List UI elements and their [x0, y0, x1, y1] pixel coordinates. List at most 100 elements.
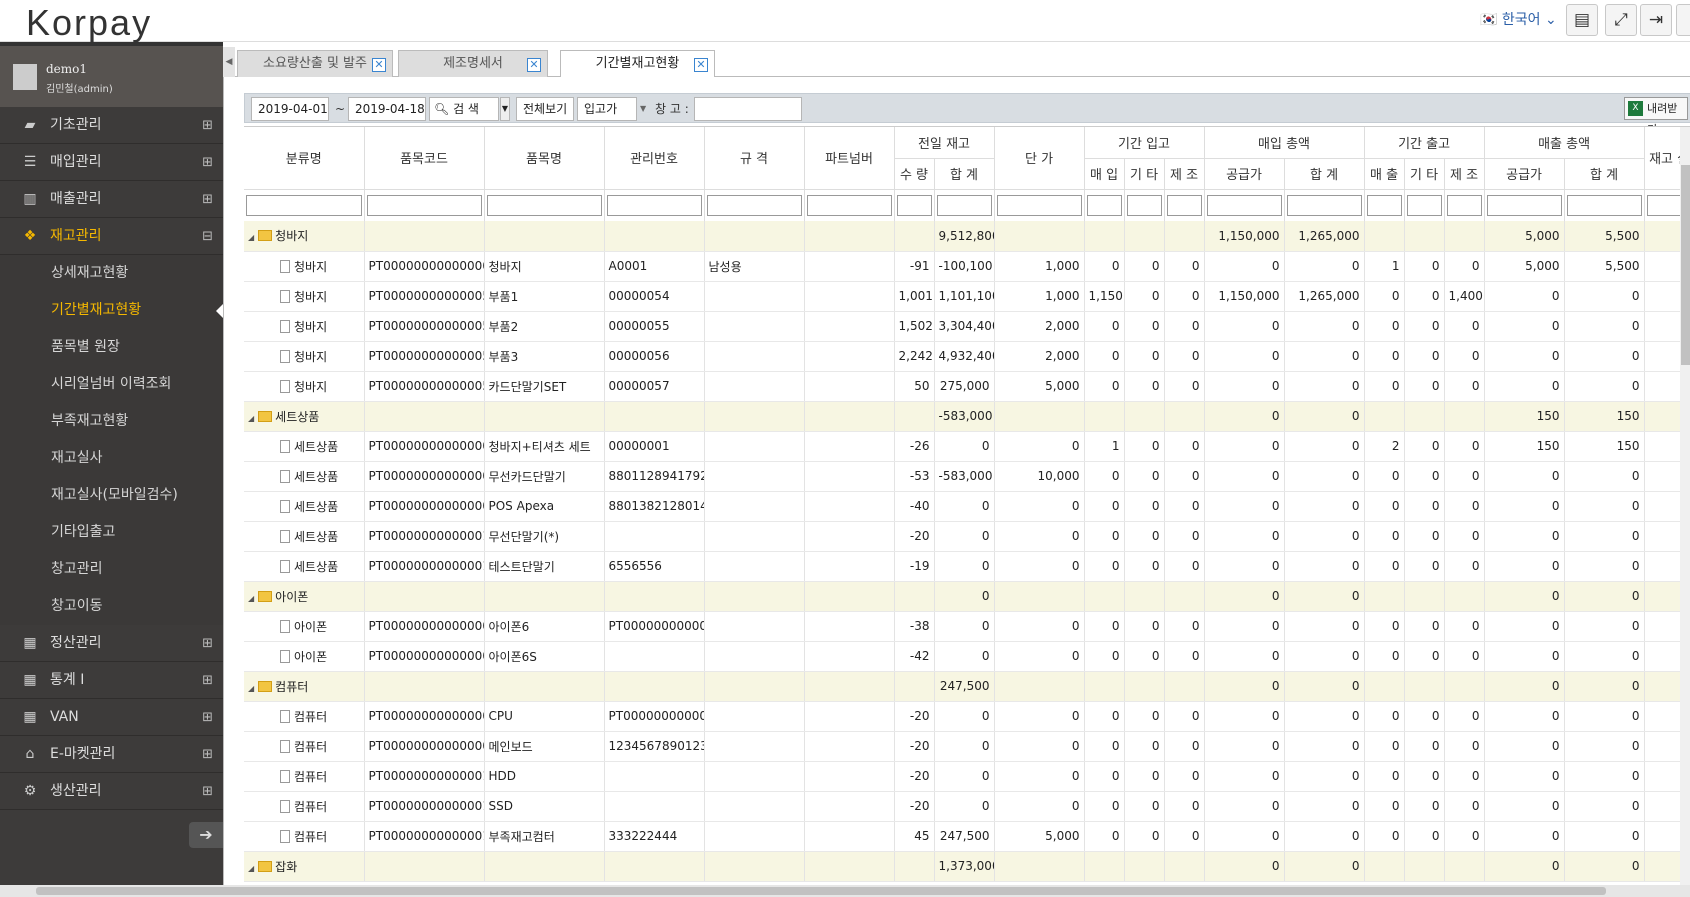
submenu-item[interactable]: 창고관리 — [0, 551, 223, 588]
sidebar-item[interactable]: ▰ 기초관리 ⊞ — [0, 107, 223, 144]
sidebar-item[interactable]: ⚙ 생산관리 ⊞ — [0, 773, 223, 810]
group-row[interactable]: ◢ 잡화 1,373,000 0 0 0 0 — [244, 851, 1690, 882]
col-sell-supply[interactable]: 공급가 — [1484, 158, 1565, 190]
col-out-sell[interactable]: 매 출 — [1364, 158, 1405, 190]
tree-toggle-icon[interactable]: ◢ — [248, 594, 254, 603]
warehouse-input[interactable] — [694, 97, 802, 121]
column-filter-input[interactable] — [936, 194, 992, 216]
column-filter-input[interactable] — [246, 194, 362, 216]
table-row[interactable]: 아이폰 PT000000000000004 아이폰6 PT000000000000 -3… — [244, 611, 1690, 642]
tree-toggle-icon[interactable]: ◢ — [248, 233, 254, 242]
column-filter-input[interactable] — [1126, 194, 1162, 216]
date-from-input[interactable]: 2019-04-01 — [251, 97, 329, 121]
sidebar-item[interactable]: ▥ 매출관리 ⊞ — [0, 181, 223, 218]
column-filter-input[interactable] — [806, 194, 892, 216]
language-selector[interactable]: 🇰🇷 한국어 ⌄ — [1480, 9, 1557, 29]
column-filter-input[interactable] — [1446, 194, 1482, 216]
column-filter-input[interactable] — [1166, 194, 1202, 216]
submenu-item[interactable]: 재고실사(모바일검수) — [0, 477, 223, 514]
scrollbar-thumb[interactable] — [36, 887, 1606, 895]
col-out-etc[interactable]: 기 타 — [1404, 158, 1445, 190]
col-spec[interactable]: 규 격 — [704, 127, 805, 190]
korpay-logo[interactable]: Korpay — [26, 2, 152, 44]
submenu-item[interactable]: 부족재고현황 — [0, 403, 223, 440]
table-row[interactable]: 세트상품 PT000000000000007 POS Apexa 8801382128… — [244, 491, 1690, 522]
search-dropdown-button[interactable]: ▼ — [500, 97, 510, 121]
submenu-item[interactable]: 상세재고현황 — [0, 255, 223, 292]
col-mgmt[interactable]: 관리번호 — [604, 127, 705, 190]
horizontal-scrollbar[interactable] — [0, 885, 1690, 897]
column-filter-input[interactable] — [606, 194, 702, 216]
fullscreen-button[interactable]: ⤢ — [1605, 4, 1637, 36]
group-row[interactable]: ◢ 청바지 9,512,800 1,150,000 1,265,000 5,000 5,50… — [244, 221, 1690, 252]
table-row[interactable]: 아이폰 PT000000000000005 아이폰6S -42 0 0 0 0 0 0 0 0 0 0 0 0 — [244, 641, 1690, 672]
col-buy-supply[interactable]: 공급가 — [1204, 158, 1285, 190]
close-icon[interactable]: ✕ — [694, 58, 708, 72]
table-row[interactable]: 세트상품 PT000000000000006 무선카드단말기 880112894179… — [244, 461, 1690, 492]
col-code[interactable]: 품목코드 — [364, 127, 485, 190]
logout-button[interactable]: ⇥ — [1640, 4, 1672, 36]
close-icon[interactable]: ✕ — [372, 58, 386, 72]
column-filter-input[interactable] — [486, 194, 602, 216]
date-to-input[interactable]: 2019-04-18 — [348, 97, 426, 121]
expand-icon[interactable]: ⊞ — [202, 625, 213, 662]
scrollbar-thumb[interactable] — [1681, 165, 1690, 365]
tree-toggle-icon[interactable]: ◢ — [248, 414, 254, 423]
col-in-etc[interactable]: 기 타 — [1124, 158, 1165, 190]
col-name[interactable]: 품목명 — [484, 127, 605, 190]
column-filter-input[interactable] — [896, 194, 932, 216]
column-filter-input[interactable] — [706, 194, 802, 216]
table-row[interactable]: 컴퓨터 PT000000000000008 CPU PT000000000000 -20… — [244, 701, 1690, 732]
expand-icon[interactable]: ⊞ — [202, 144, 213, 181]
export-excel-button[interactable]: X내려받기 — [1624, 97, 1688, 136]
close-icon[interactable]: ✕ — [527, 58, 541, 72]
column-filter-input[interactable] — [1486, 194, 1562, 216]
search-button[interactable]: 🔍︎ 검 색 — [429, 97, 499, 121]
submenu-item[interactable]: 기간별재고현황 — [0, 292, 223, 329]
table-row[interactable]: 컴퓨터 PT000000000000009 메인보드 12345678901234 -2… — [244, 731, 1690, 762]
price-type-select[interactable]: 입고가 — [577, 97, 637, 121]
expand-icon[interactable]: ⊞ — [202, 662, 213, 699]
col-in-make[interactable]: 제 조 — [1164, 158, 1205, 190]
group-row[interactable]: ◢ 컴퓨터 247,500 0 0 0 0 — [244, 671, 1690, 702]
table-row[interactable]: 세트상품PT000000000000003청바지+티셔츠 세트00000001-… — [244, 431, 1690, 462]
expand-icon[interactable]: ⊞ — [202, 181, 213, 218]
more-button[interactable] — [1676, 4, 1690, 36]
table-row[interactable]: 청바지 PT000000000000056 부품3 00000056 2,242 4,93… — [244, 341, 1690, 372]
col-buy-sum[interactable]: 합 계 — [1284, 158, 1365, 190]
expand-icon[interactable]: ⊞ — [202, 736, 213, 773]
col-part[interactable]: 파트넘버 — [804, 127, 895, 190]
tab-manufacturing-spec[interactable]: 제조명세서 ✕ — [398, 50, 548, 77]
column-filter-input[interactable] — [1206, 194, 1282, 216]
col-prev-qty[interactable]: 수 량 — [894, 158, 935, 190]
sidebar-collapse-button[interactable]: ➔ — [189, 822, 223, 848]
table-row[interactable]: 청바지 PT000000000000054 부품1 00000054 1,001 1,10… — [244, 281, 1690, 312]
tab-material-order[interactable]: 소요량산출 및 발주 ✕ — [237, 50, 393, 77]
table-row[interactable]: 컴퓨터 PT000000000000010 HDD -20 0 0 0 0 0 0 0 0 0 0 0 0 — [244, 761, 1690, 792]
group-row[interactable]: ◢ 아이폰 0 0 0 0 0 — [244, 581, 1690, 612]
col-out-make[interactable]: 제 조 — [1444, 158, 1485, 190]
manual-book-button[interactable]: ▤ — [1566, 4, 1598, 36]
column-filter-input[interactable] — [996, 194, 1082, 216]
tree-toggle-icon[interactable]: ◢ — [248, 864, 254, 873]
column-filter-input[interactable] — [366, 194, 482, 216]
tab-scroll-left-button[interactable]: ◀ — [223, 47, 235, 77]
group-row[interactable]: ◢ 세트상품 -583,000 0 0 150 150 — [244, 401, 1690, 432]
vertical-scrollbar[interactable] — [1680, 127, 1690, 897]
table-row[interactable]: 컴퓨터 PT000000000000019 부족재고컴터 333222444 45 247… — [244, 821, 1690, 852]
collapse-icon[interactable]: ⊟ — [202, 218, 213, 255]
col-unit-price[interactable]: 단 가 — [994, 127, 1085, 190]
column-filter-input[interactable] — [1086, 194, 1122, 216]
sidebar-item[interactable]: ☰ 매입관리 ⊞ — [0, 144, 223, 181]
expand-icon[interactable]: ⊞ — [202, 107, 213, 144]
sidebar-item[interactable]: ▦ VAN ⊞ — [0, 699, 223, 736]
submenu-item[interactable]: 기타입출고 — [0, 514, 223, 551]
column-filter-input[interactable] — [1286, 194, 1362, 216]
tree-toggle-icon[interactable]: ◢ — [248, 684, 254, 693]
view-select[interactable]: 전체보기 — [516, 97, 574, 121]
col-category[interactable]: 분류명 — [244, 127, 365, 190]
column-filter-input[interactable] — [1566, 194, 1642, 216]
sidebar-item[interactable]: ❖ 재고관리 ⊟ — [0, 218, 223, 255]
col-prev-sum[interactable]: 합 계 — [934, 158, 995, 190]
submenu-item[interactable]: 품목별 원장 — [0, 329, 223, 366]
